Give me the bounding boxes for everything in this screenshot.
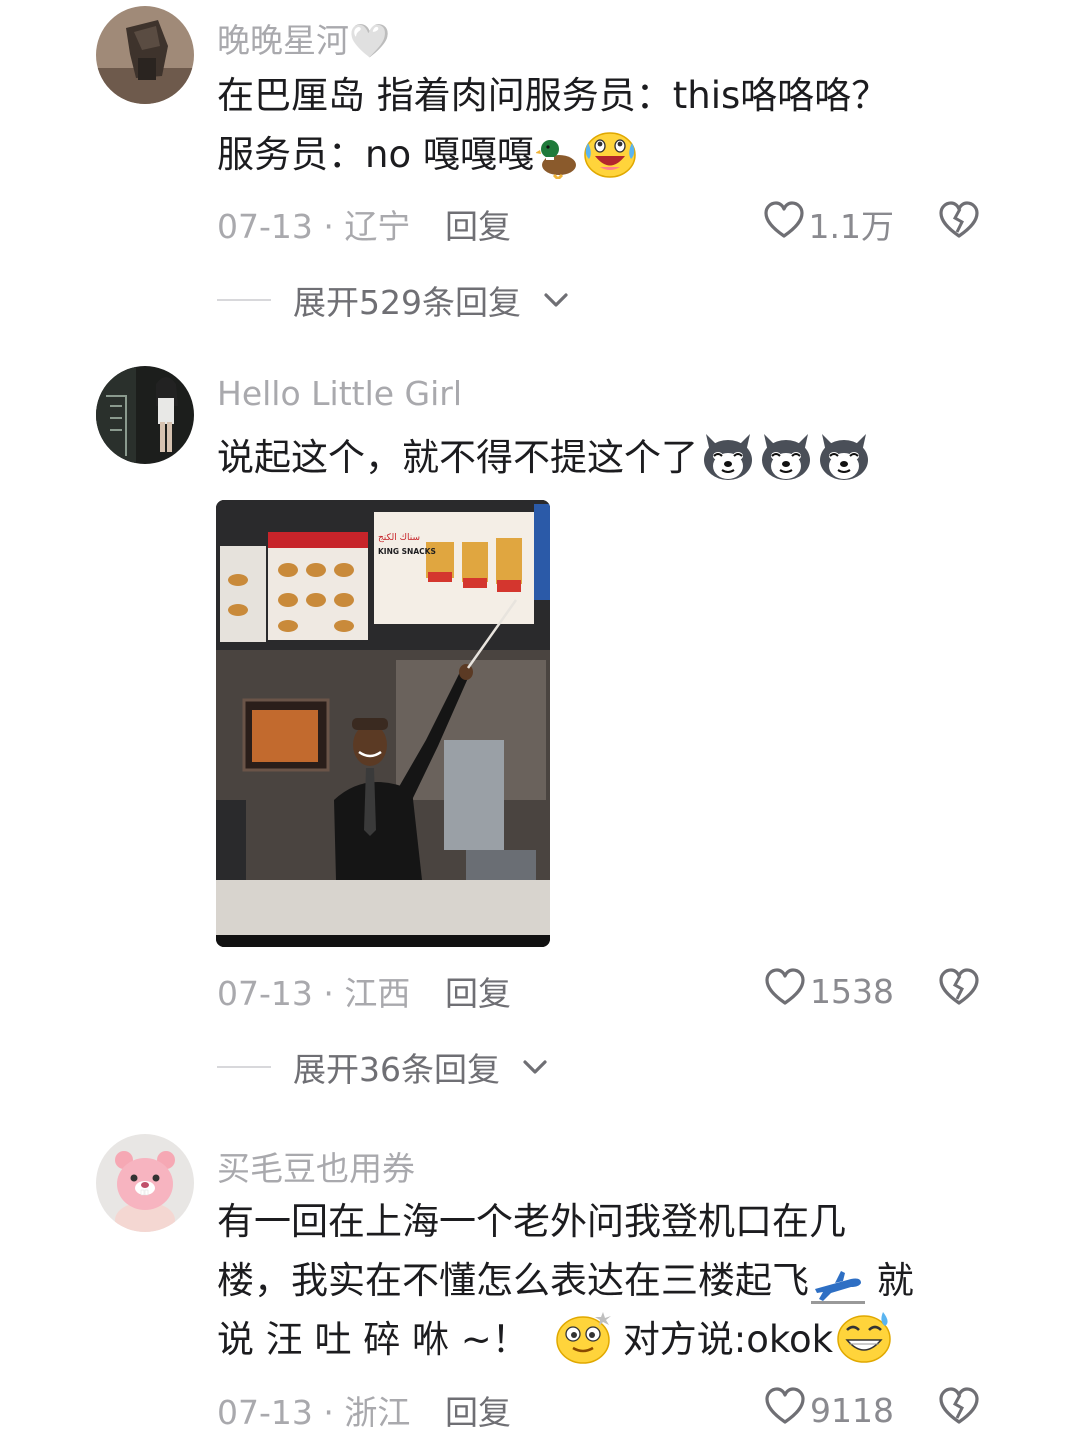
dislike-button[interactable] (938, 1385, 980, 1435)
grinning-sweat-icon (835, 1310, 893, 1364)
like-count: 1.1万 (808, 207, 894, 246)
comment-text-segment: 楼，我实在不懂怎么表达在三楼起飞 (217, 1259, 809, 1302)
meta-separator: · (312, 1393, 345, 1432)
comment-location: 江西 (344, 974, 411, 1013)
comment-text-line: 有一回在上海一个老外问我登机口在几 (217, 1200, 846, 1243)
shiba-dog-icon (700, 430, 756, 482)
comment-text-line: 说起这个，就不得不提这个了 (217, 428, 987, 487)
comment-text: 有一回在上海一个老外问我登机口在几 楼，我实在不懂怎么表达在三楼起飞 就 说 汪… (217, 1192, 987, 1369)
like-button[interactable]: 1538 (764, 967, 894, 1015)
comment-date: 07-13 (217, 207, 313, 246)
comment-text-segment: 对方说:okok (622, 1318, 834, 1361)
meta-separator: · (312, 207, 345, 246)
divider-line (217, 1066, 271, 1068)
comment-meta: 07-13 · 辽宁 回复 1.1万 (217, 200, 980, 246)
heart-icon (763, 200, 805, 248)
signage-king-snacks: KING SNACKS (378, 547, 436, 556)
comment-text-line: 说 汪 吐 碎 咻 ~！ 对方说:okok (217, 1310, 987, 1369)
expand-replies-button[interactable]: 展开36条回复 (217, 1047, 548, 1089)
shiba-dog-icon (758, 430, 814, 482)
chevron-down-icon (543, 291, 569, 309)
dislike-button[interactable] (938, 199, 980, 249)
date-location: 07-13 · 浙江 (217, 1386, 410, 1434)
like-count: 9118 (810, 1390, 894, 1430)
laughing-tears-icon (582, 127, 638, 179)
expand-replies-button[interactable]: 展开529条回复 (217, 280, 569, 322)
date-location: 07-13 · 江西 (217, 967, 410, 1015)
avatar[interactable] (96, 6, 194, 104)
like-count: 1538 (810, 971, 894, 1011)
expand-replies-label: 展开36条回复 (293, 1050, 500, 1089)
broken-heart-icon (938, 968, 980, 1016)
comment-text-segment: 说起这个，就不得不提这个了 (217, 436, 698, 479)
broken-heart-icon (938, 201, 980, 249)
comment-image[interactable]: سناك الكنج KING SNACKS (216, 500, 550, 947)
avatar[interactable] (96, 366, 194, 464)
comment-date: 07-13 (217, 1393, 313, 1432)
comment-text: 说起这个，就不得不提这个了 (217, 428, 987, 487)
comment-location: 辽宁 (344, 207, 411, 246)
date-location: 07-13 · 辽宁 (217, 200, 410, 248)
like-button[interactable]: 1.1万 (763, 200, 894, 248)
username[interactable]: 买毛豆也用券 (217, 1142, 415, 1190)
reply-button[interactable]: 回复 (445, 200, 511, 248)
comment-location: 浙江 (344, 1393, 411, 1432)
reply-button[interactable]: 回复 (445, 967, 511, 1015)
heart-icon (764, 967, 806, 1015)
comment-text-segment: 服务员：no 嘎嘎嘎 (217, 133, 534, 176)
comment-meta: 07-13 · 浙江 回复 9118 (217, 1386, 980, 1432)
reply-button[interactable]: 回复 (445, 1386, 511, 1434)
avatar[interactable] (96, 1134, 194, 1232)
username[interactable]: 晚晚星河🤍 (217, 14, 390, 62)
username[interactable]: Hello Little Girl (217, 374, 462, 413)
broken-heart-icon (938, 1387, 980, 1435)
dislike-button[interactable] (938, 966, 980, 1016)
dizzy-face-icon (555, 1310, 613, 1364)
divider-line (217, 299, 271, 301)
heart-icon (764, 1386, 806, 1434)
meta-separator: · (312, 974, 345, 1013)
comment-meta: 07-13 · 江西 回复 1538 (217, 967, 980, 1013)
expand-replies-label: 展开529条回复 (293, 283, 521, 322)
comment-text-line: 在巴厘岛 指着肉问服务员：this咯咯咯？ (217, 74, 889, 117)
comment-text: 在巴厘岛 指着肉问服务员：this咯咯咯？ 服务员：no 嘎嘎嘎 (217, 66, 987, 184)
comment-date: 07-13 (217, 974, 313, 1013)
comment-text-segment: 说 汪 吐 碎 咻 ~！ (217, 1318, 529, 1361)
comment-text-line: 服务员：no 嘎嘎嘎 (217, 125, 987, 184)
comment-text-segment: 就 (865, 1259, 914, 1302)
shiba-dog-icon (816, 430, 872, 482)
comment-list: 晚晚星河🤍 在巴厘岛 指着肉问服务员：this咯咯咯？ 服务员：no 嘎嘎嘎 0… (0, 0, 1080, 1440)
signage-arabic: سناك الكنج (378, 533, 420, 543)
comment-text-line: 楼，我实在不懂怎么表达在三楼起飞 就 (217, 1251, 987, 1310)
chevron-down-icon (522, 1058, 548, 1076)
duck-icon (535, 135, 580, 179)
airplane-icon (811, 1265, 865, 1305)
like-button[interactable]: 9118 (764, 1386, 894, 1434)
